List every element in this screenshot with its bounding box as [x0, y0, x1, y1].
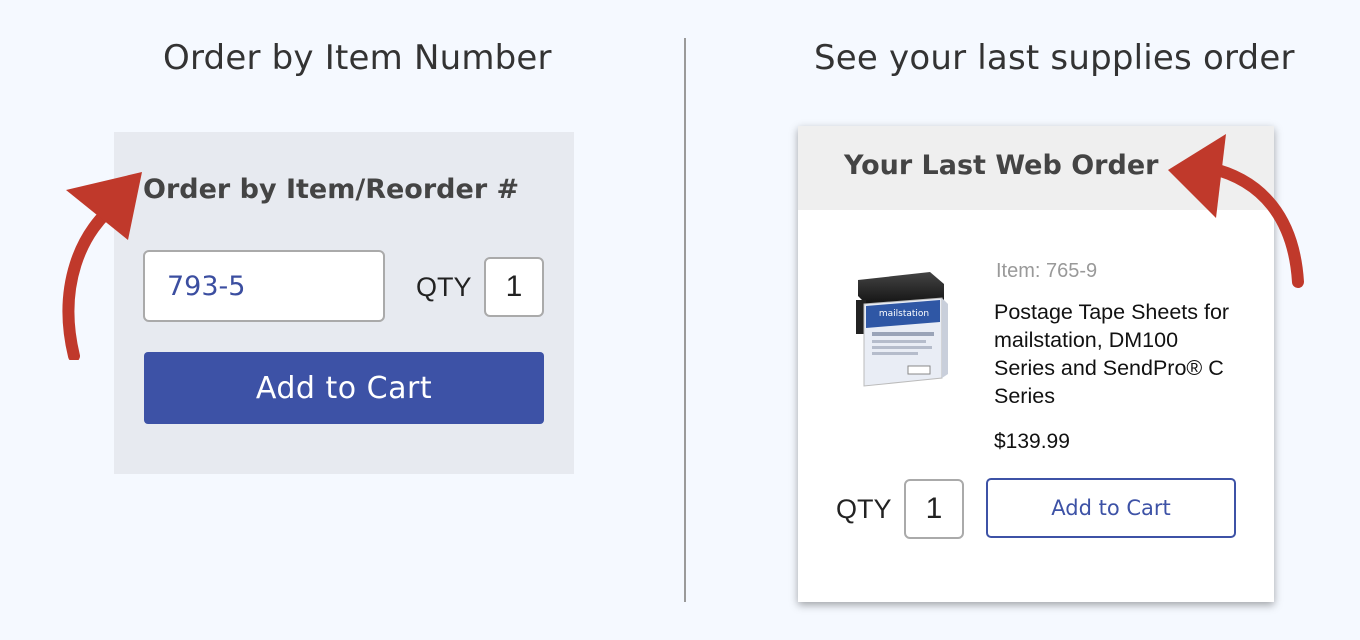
order-by-item-heading: Order by Item Number — [163, 38, 552, 78]
qty-label: QTY — [416, 272, 472, 302]
svg-text:mailstation: mailstation — [879, 309, 929, 319]
curved-arrow-icon — [62, 172, 142, 360]
add-to-cart-button[interactable]: Add to Cart — [986, 478, 1236, 538]
section-divider — [684, 38, 686, 602]
panel-title: Order by Item/Reorder # — [143, 174, 520, 205]
item-number: Item: 765-9 — [996, 260, 1098, 282]
product-name[interactable]: Postage Tape Sheets for mailstation, DM1… — [994, 298, 1244, 410]
item-number-input[interactable] — [143, 250, 385, 322]
qty-input[interactable] — [904, 479, 964, 539]
curved-arrow-icon — [1168, 134, 1304, 288]
qty-input[interactable] — [484, 257, 544, 317]
product-price: $139.99 — [994, 430, 1070, 453]
qty-label: QTY — [836, 494, 892, 524]
add-to-cart-button[interactable]: Add to Cart — [144, 352, 544, 424]
order-by-item-panel: Order by Item/Reorder # QTY Add to Cart — [114, 132, 574, 474]
last-order-heading: See your last supplies order — [814, 38, 1295, 78]
card-title: Your Last Web Order — [844, 150, 1159, 181]
ink-cartridge-icon[interactable]: mailstation — [850, 270, 950, 390]
